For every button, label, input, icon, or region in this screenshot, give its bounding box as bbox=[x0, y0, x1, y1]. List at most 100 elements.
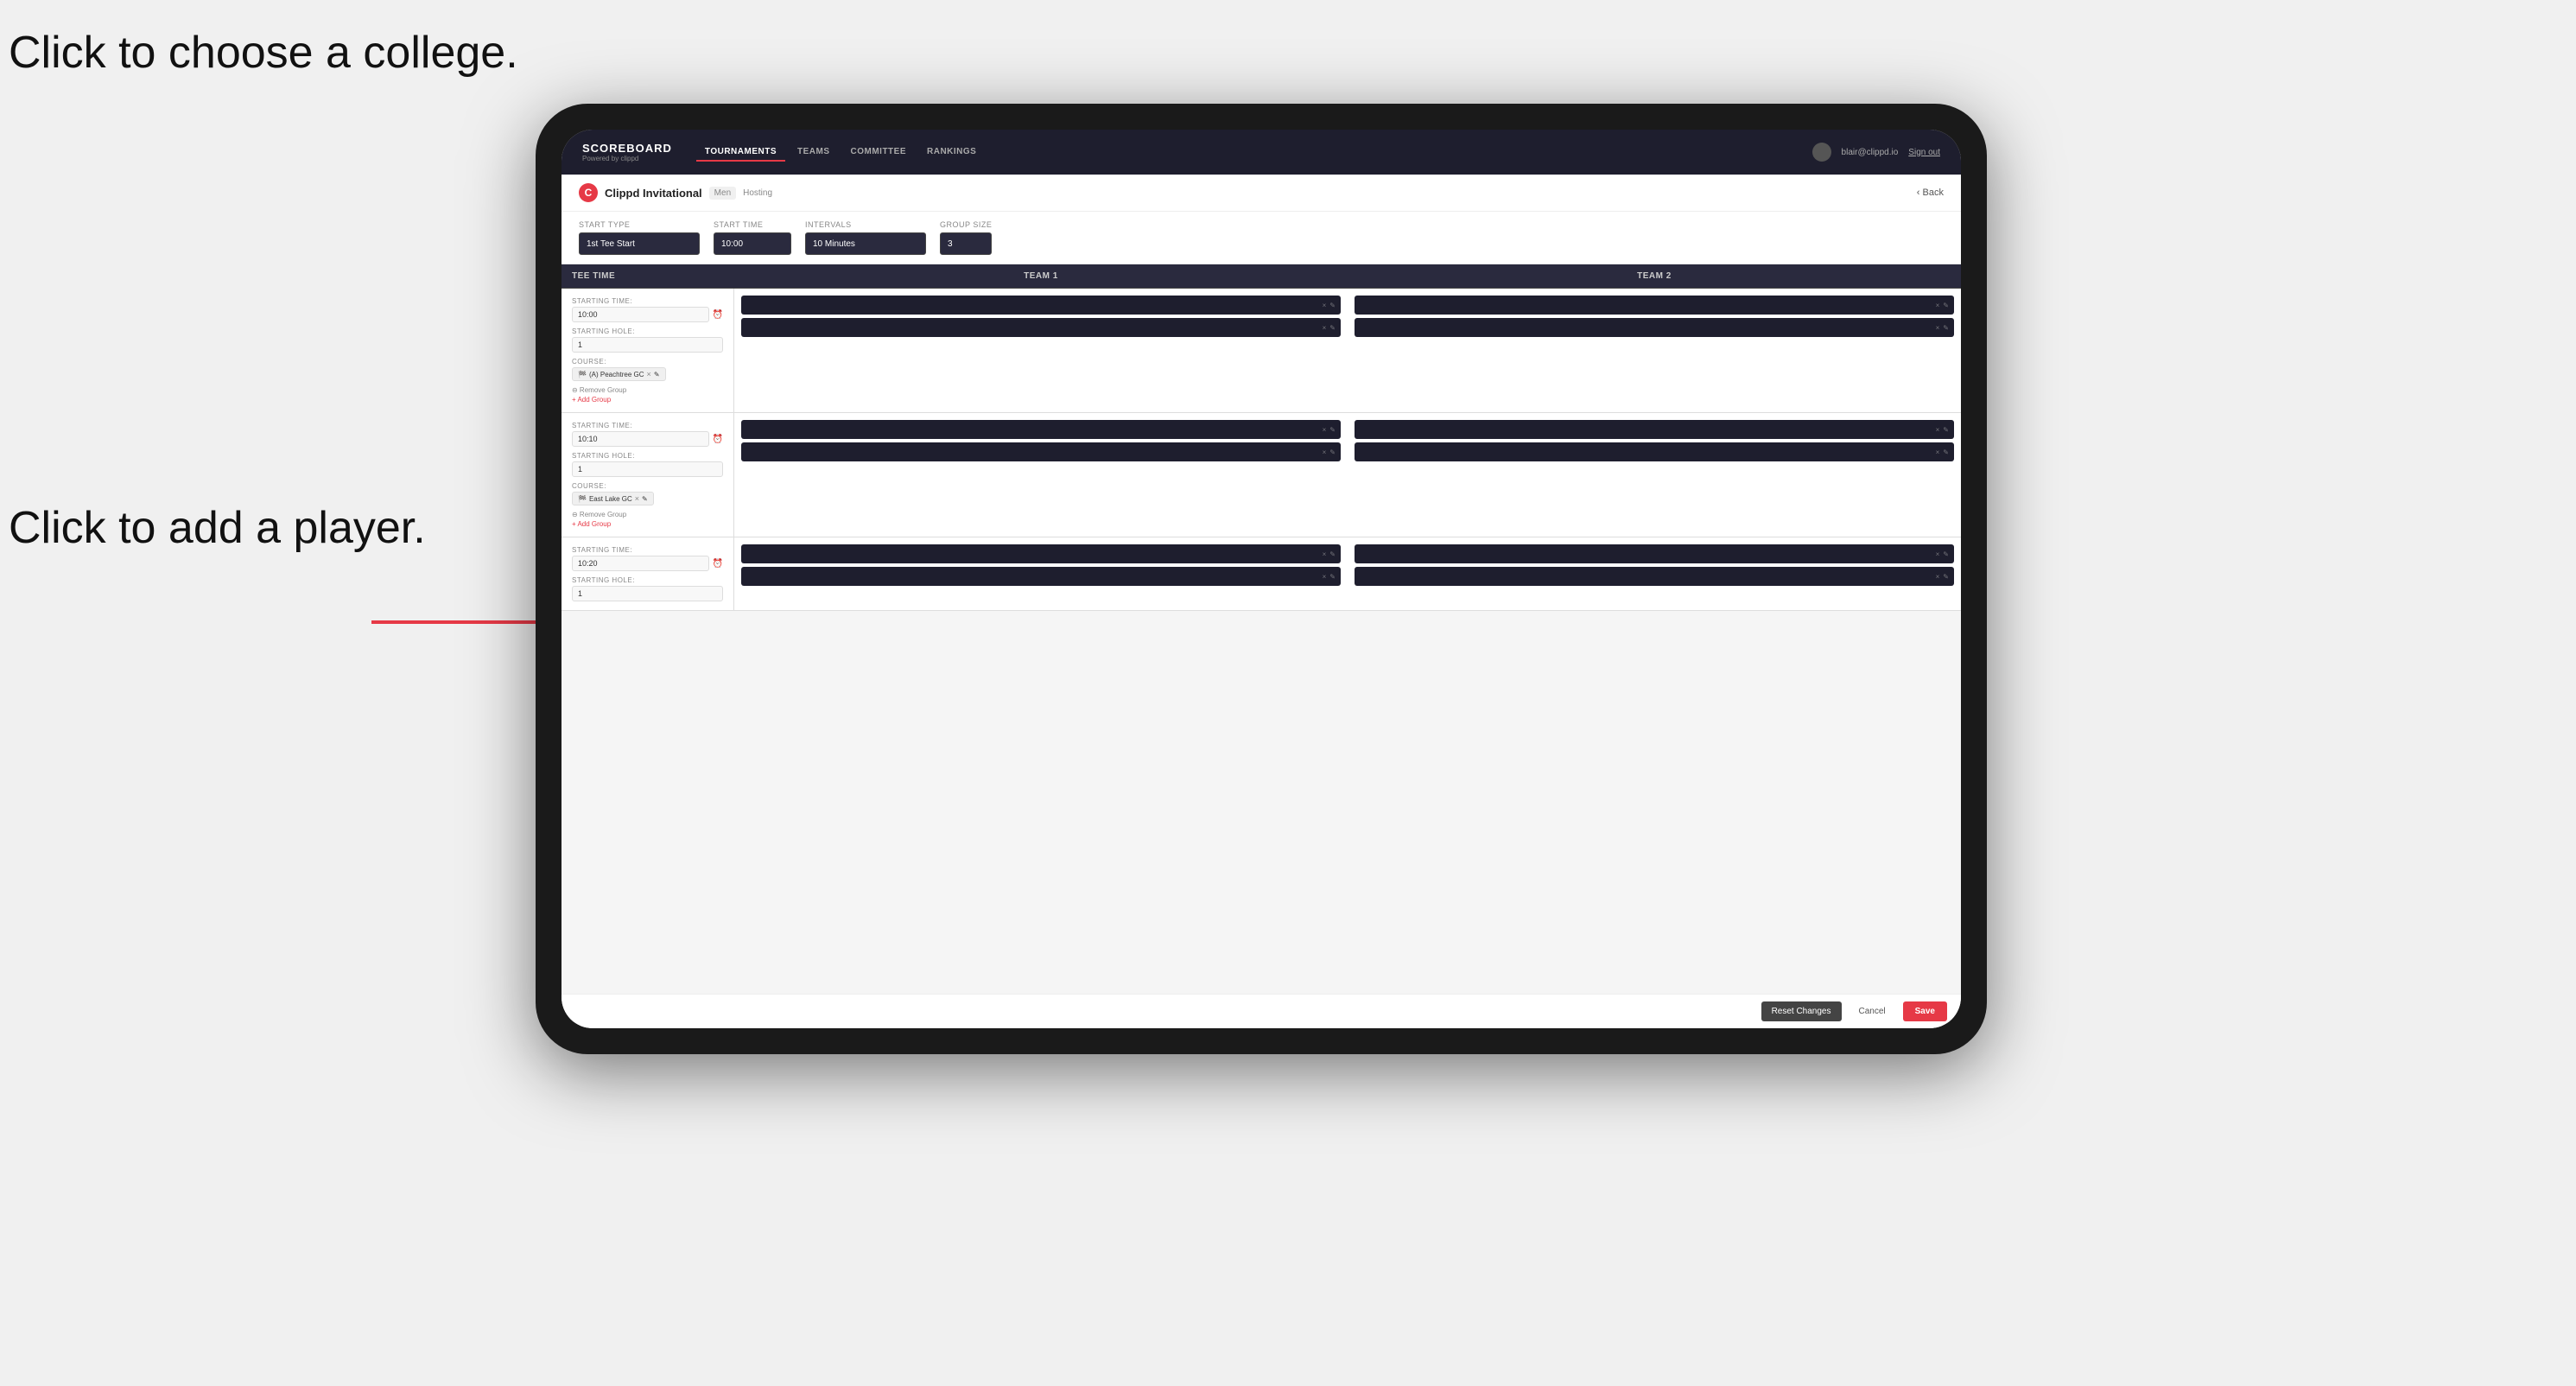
group-size-select[interactable]: 3 4 bbox=[940, 232, 992, 255]
starting-time-input-3[interactable] bbox=[572, 556, 709, 571]
player-slot-4-2[interactable]: ×✎ bbox=[1355, 442, 1954, 461]
team1-col-3: ×✎ ×✎ bbox=[734, 537, 1348, 610]
player-slot-1-1[interactable]: ×✎ bbox=[741, 296, 1341, 315]
user-email: blair@clippd.io bbox=[1842, 148, 1899, 157]
player-slot-4-1[interactable]: ×✎ bbox=[1355, 420, 1954, 439]
nav-rankings[interactable]: RANKINGS bbox=[918, 143, 985, 162]
slot-action-x-5-2[interactable]: × bbox=[1323, 573, 1327, 581]
course-name-2: East Lake GC bbox=[589, 495, 632, 503]
nav-teams[interactable]: TEAMS bbox=[789, 143, 839, 162]
slot-action-x-2-1[interactable]: × bbox=[1936, 302, 1940, 309]
course-edit-1[interactable]: ✎ bbox=[654, 371, 660, 378]
nav-committee[interactable]: COMMITTEE bbox=[842, 143, 916, 162]
tablet-screen: SCOREBOARD Powered by clippd TOURNAMENTS… bbox=[562, 130, 1961, 1028]
player-slot-3-1[interactable]: ×✎ bbox=[741, 420, 1341, 439]
slot-action-edit-1-1[interactable]: ✎ bbox=[1329, 302, 1336, 309]
cancel-button[interactable]: Cancel bbox=[1849, 1001, 1896, 1021]
slot-action-edit-1-2[interactable]: ✎ bbox=[1329, 324, 1336, 332]
starting-time-label-2: STARTING TIME: bbox=[572, 422, 723, 429]
table-header: Tee Time Team 1 Team 2 bbox=[562, 264, 1961, 289]
remove-group-1[interactable]: ⊖ Remove Group bbox=[572, 386, 723, 394]
slot-action-edit-3-2[interactable]: ✎ bbox=[1329, 448, 1336, 456]
start-time-input[interactable] bbox=[714, 232, 791, 255]
slot-action-edit-2-2[interactable]: ✎ bbox=[1943, 324, 1949, 332]
slot-action-edit-2-1[interactable]: ✎ bbox=[1943, 302, 1949, 309]
nav-links: TOURNAMENTS TEAMS COMMITTEE RANKINGS bbox=[696, 143, 1812, 162]
course-remove-2[interactable]: × bbox=[635, 494, 639, 503]
starting-hole-select-2[interactable]: 110 bbox=[572, 461, 723, 477]
team2-col-1: ×✎ ×✎ bbox=[1348, 289, 1961, 412]
clock-icon-1: ⏰ bbox=[713, 310, 723, 320]
slot-action-x-4-1[interactable]: × bbox=[1936, 426, 1940, 434]
slot-action-x-6-1[interactable]: × bbox=[1936, 550, 1940, 558]
course-edit-2[interactable]: ✎ bbox=[642, 495, 648, 503]
slot-action-edit-4-2[interactable]: ✎ bbox=[1943, 448, 1949, 456]
col-team1: Team 1 bbox=[734, 264, 1348, 288]
start-type-select[interactable]: 1st Tee Start Shotgun Start bbox=[579, 232, 700, 255]
course-remove-1[interactable]: × bbox=[647, 370, 651, 378]
add-group-2[interactable]: + Add Group bbox=[572, 520, 723, 528]
group-size-group: Group Size 3 4 bbox=[940, 220, 992, 255]
annotation-choose-college: Click to choose a college. bbox=[9, 26, 518, 79]
back-button[interactable]: ‹ Back bbox=[1917, 188, 1944, 198]
brand-sub: Powered by clippd bbox=[582, 155, 672, 162]
slot-action-x-5-1[interactable]: × bbox=[1323, 550, 1327, 558]
slot-action-edit-5-2[interactable]: ✎ bbox=[1329, 573, 1336, 581]
start-time-group: Start Time bbox=[714, 220, 791, 255]
player-slot-2-1[interactable]: ×✎ bbox=[1355, 296, 1954, 315]
add-group-1[interactable]: + Add Group bbox=[572, 396, 723, 404]
start-type-group: Start Type 1st Tee Start Shotgun Start bbox=[579, 220, 700, 255]
intervals-label: Intervals bbox=[805, 220, 926, 229]
starting-time-input-2[interactable] bbox=[572, 431, 709, 447]
slot-action-x-6-2[interactable]: × bbox=[1936, 573, 1940, 581]
starting-hole-label-2: STARTING HOLE: bbox=[572, 452, 723, 460]
player-slot-6-2[interactable]: ×✎ bbox=[1355, 567, 1954, 586]
page-badge: Men bbox=[709, 187, 736, 200]
slot-action-edit-6-1[interactable]: ✎ bbox=[1943, 550, 1949, 558]
save-button[interactable]: Save bbox=[1903, 1001, 1947, 1021]
remove-group-2[interactable]: ⊖ Remove Group bbox=[572, 511, 723, 518]
player-slot-6-1[interactable]: ×✎ bbox=[1355, 544, 1954, 563]
slot-action-x-1-2[interactable]: × bbox=[1323, 324, 1327, 332]
course-name-1: (A) Peachtree GC bbox=[589, 371, 644, 378]
starting-hole-label-1: STARTING HOLE: bbox=[572, 327, 723, 335]
player-slot-5-1[interactable]: ×✎ bbox=[741, 544, 1341, 563]
start-type-label: Start Type bbox=[579, 220, 700, 229]
clock-icon-3: ⏰ bbox=[713, 559, 723, 569]
team1-col-2: ×✎ ×✎ bbox=[734, 413, 1348, 537]
starting-hole-select-3[interactable]: 110 bbox=[572, 586, 723, 601]
brand: SCOREBOARD Powered by clippd bbox=[582, 142, 672, 162]
group-size-label: Group Size bbox=[940, 220, 992, 229]
slot-action-edit-5-1[interactable]: ✎ bbox=[1329, 550, 1336, 558]
starting-time-input-1[interactable] bbox=[572, 307, 709, 322]
col-tee-time: Tee Time bbox=[562, 264, 734, 288]
team2-col-3: ×✎ ×✎ bbox=[1348, 537, 1961, 610]
tee-sidebar-3: STARTING TIME: ⏰ STARTING HOLE: 110 bbox=[562, 537, 734, 610]
slot-action-edit-6-2[interactable]: ✎ bbox=[1943, 573, 1949, 581]
tee-sidebar-1: STARTING TIME: ⏰ STARTING HOLE: 110 COUR… bbox=[562, 289, 734, 412]
slot-action-x-1-1[interactable]: × bbox=[1323, 302, 1327, 309]
slot-action-edit-3-1[interactable]: ✎ bbox=[1329, 426, 1336, 434]
intervals-select[interactable]: 10 Minutes 8 Minutes bbox=[805, 232, 926, 255]
player-slot-2-2[interactable]: ×✎ bbox=[1355, 318, 1954, 337]
clippd-logo: C bbox=[579, 183, 598, 202]
page-tag: Hosting bbox=[743, 188, 772, 198]
form-row: Start Type 1st Tee Start Shotgun Start S… bbox=[562, 212, 1961, 264]
slot-action-x-4-2[interactable]: × bbox=[1936, 448, 1940, 456]
course-label-2: COURSE: bbox=[572, 482, 723, 490]
slot-action-edit-4-1[interactable]: ✎ bbox=[1943, 426, 1949, 434]
player-slot-3-2[interactable]: ×✎ bbox=[741, 442, 1341, 461]
slot-action-x-2-2[interactable]: × bbox=[1936, 324, 1940, 332]
col-team2: Team 2 bbox=[1348, 264, 1961, 288]
player-slot-5-2[interactable]: ×✎ bbox=[741, 567, 1341, 586]
course-tag-2: 🏁 East Lake GC × ✎ bbox=[572, 492, 654, 505]
player-slot-1-2[interactable]: ×✎ bbox=[741, 318, 1341, 337]
slot-action-x-3-2[interactable]: × bbox=[1323, 448, 1327, 456]
nav-tournaments[interactable]: TOURNAMENTS bbox=[696, 143, 785, 162]
tee-group-3: STARTING TIME: ⏰ STARTING HOLE: 110 ×✎ bbox=[562, 537, 1961, 611]
slot-action-x-3-1[interactable]: × bbox=[1323, 426, 1327, 434]
user-avatar bbox=[1812, 143, 1831, 162]
starting-hole-select-1[interactable]: 110 bbox=[572, 337, 723, 353]
sign-out-link[interactable]: Sign out bbox=[1908, 148, 1940, 157]
reset-button[interactable]: Reset Changes bbox=[1761, 1001, 1842, 1021]
